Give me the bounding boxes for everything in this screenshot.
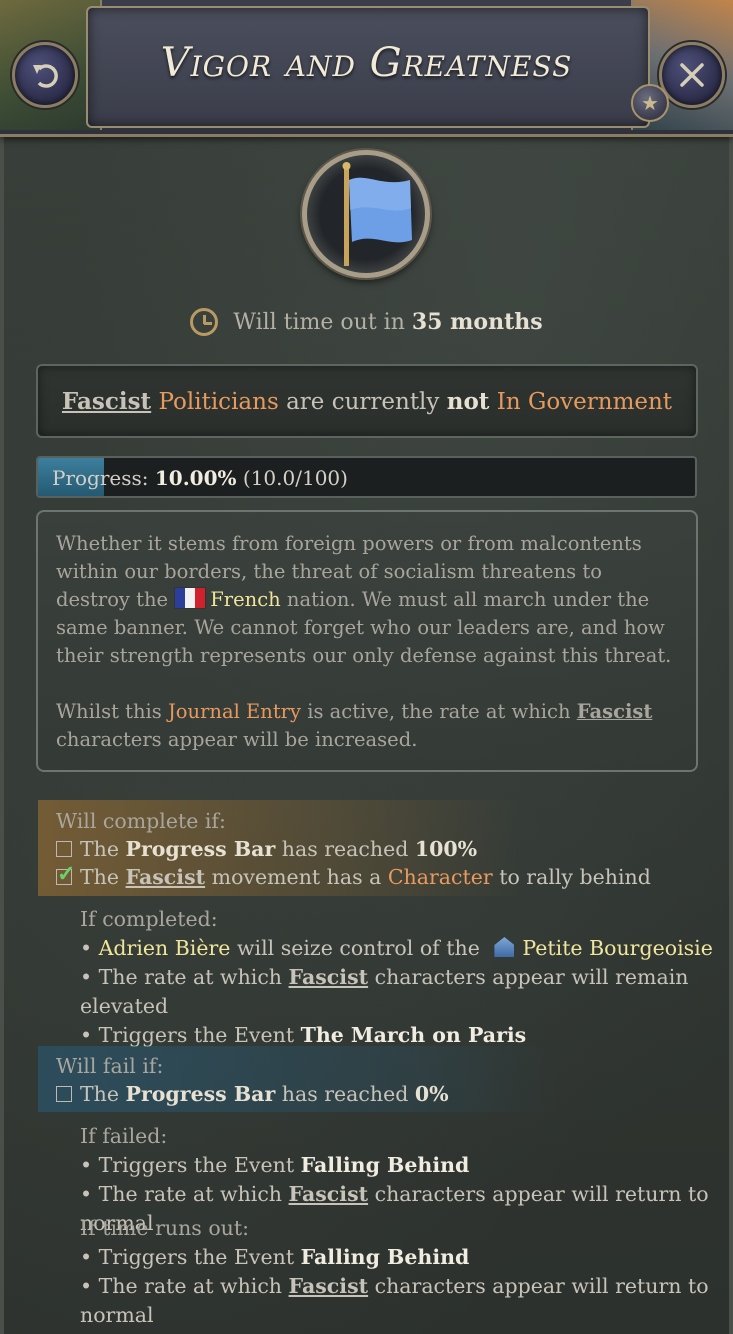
r2-a: The rate at which bbox=[98, 965, 283, 989]
close-x-icon bbox=[680, 63, 704, 87]
petite-bourgeoisie-icon bbox=[494, 937, 515, 957]
event-link-march-on-paris[interactable]: The March on Paris bbox=[301, 1023, 527, 1047]
c2-end: to rally behind bbox=[499, 865, 651, 889]
fail-condition-1: The Progress Bar has reached 0% bbox=[56, 1080, 449, 1108]
c2-mid: movement has a bbox=[211, 865, 382, 889]
t2-a: The rate at which bbox=[98, 1274, 283, 1298]
if-completed-heading: If completed: bbox=[80, 907, 218, 931]
favorite-button[interactable]: ★ bbox=[631, 84, 669, 122]
timeout-prefix: Will time out in bbox=[233, 310, 405, 335]
checkbox-unchecked-icon bbox=[56, 841, 72, 857]
c1-the: The bbox=[80, 837, 120, 861]
journal-emblem bbox=[292, 150, 440, 278]
description-paragraph-2: Whilst this Journal Entry is active, the… bbox=[56, 698, 678, 754]
timeout-effects: If time runs out: • Triggers the Event F… bbox=[80, 1214, 733, 1330]
complete-heading: Will complete if: bbox=[56, 809, 226, 833]
description-box: Whether it stems from foreign powers or … bbox=[36, 510, 698, 772]
fascist-link[interactable]: Fascist bbox=[62, 388, 151, 415]
event-link-falling-behind[interactable]: Falling Behind bbox=[301, 1245, 470, 1269]
completed-effect-1: • Adrien Bière will seize control of the… bbox=[80, 936, 713, 960]
checkbox-checked-icon bbox=[56, 860, 75, 888]
if-failed-heading: If failed: bbox=[80, 1124, 168, 1148]
completed-effect-2: • The rate at which Fascist characters a… bbox=[80, 965, 689, 1018]
fascist-link[interactable]: Fascist bbox=[577, 700, 653, 723]
undo-arrow-icon bbox=[33, 64, 58, 88]
desc-text-2a: Whilst this bbox=[56, 700, 162, 723]
status-box: Fascist Politicians are currently not In… bbox=[36, 364, 698, 438]
c2-the: The bbox=[80, 865, 120, 889]
timeout-text: Will time out in 35 months bbox=[0, 308, 733, 336]
complete-condition-1: The Progress Bar has reached 100% bbox=[56, 835, 651, 863]
petite-bourgeoisie-link[interactable]: Petite Bourgeoisie bbox=[522, 936, 712, 960]
r1-mid: will seize control of the bbox=[236, 936, 480, 960]
failed-effect-1: • Triggers the Event Falling Behind bbox=[80, 1153, 470, 1177]
event-link-falling-behind[interactable]: Falling Behind bbox=[301, 1153, 470, 1177]
progress-bar-link[interactable]: Progress Bar bbox=[126, 837, 276, 861]
fascist-link[interactable]: Fascist bbox=[289, 1274, 369, 1298]
f-c1-mid: has reached bbox=[281, 1082, 409, 1106]
c1-value: 100% bbox=[414, 837, 478, 861]
timeout-effect-1: • Triggers the Event Falling Behind bbox=[80, 1245, 470, 1269]
progress-detail: (10.0/100) bbox=[242, 466, 348, 490]
close-button[interactable] bbox=[659, 42, 725, 108]
f1-a: Triggers the Event bbox=[98, 1153, 295, 1177]
desc-text-2c: characters appear will be increased. bbox=[56, 728, 418, 751]
if-timeout-heading: If time runs out: bbox=[80, 1216, 250, 1240]
journal-entry-link[interactable]: Journal Entry bbox=[168, 700, 301, 723]
progress-label-text: Progress: bbox=[52, 466, 149, 490]
clock-icon bbox=[190, 308, 219, 336]
fascist-link[interactable]: Fascist bbox=[289, 1182, 369, 1206]
header: Vigor and Greatness ★ bbox=[0, 0, 733, 137]
timeout-value: 35 months bbox=[411, 309, 543, 335]
f-c1-the: The bbox=[80, 1082, 120, 1106]
c1-mid: has reached bbox=[281, 837, 409, 861]
page-title: Vigor and Greatness bbox=[160, 40, 573, 86]
timeout-effect-2: • The rate at which Fascist characters a… bbox=[80, 1274, 709, 1327]
status-mid: are currently bbox=[286, 388, 440, 415]
french-link[interactable]: French bbox=[210, 588, 280, 611]
complete-condition-2: The Fascist movement has a Character to … bbox=[56, 860, 651, 891]
t1-a: Triggers the Event bbox=[98, 1245, 295, 1269]
in-government-link[interactable]: In Government bbox=[497, 389, 672, 415]
description-paragraph-1: Whether it stems from foreign powers or … bbox=[56, 530, 678, 670]
completed-effects: If completed: • Adrien Bière will seize … bbox=[80, 905, 733, 1050]
star-icon: ★ bbox=[641, 91, 659, 115]
progress-bar[interactable]: Progress: 10.00% (10.0/100) bbox=[36, 456, 697, 498]
progress-percent: 10.00% bbox=[154, 466, 237, 490]
complete-conditions: Will complete if: The Progress Bar has r… bbox=[56, 807, 651, 891]
character-name-link[interactable]: Adrien Bière bbox=[99, 936, 231, 960]
f2-a: The rate at which bbox=[98, 1182, 283, 1206]
checkbox-unchecked-icon bbox=[56, 1086, 72, 1102]
fascist-link[interactable]: Fascist bbox=[289, 965, 369, 989]
fail-heading: Will fail if: bbox=[56, 1054, 164, 1078]
politicians-link[interactable]: Politicians bbox=[158, 389, 278, 415]
f-c1-value: 0% bbox=[414, 1082, 449, 1106]
progress-label: Progress: 10.00% (10.0/100) bbox=[52, 466, 348, 490]
french-flag-icon bbox=[174, 587, 207, 609]
r3-a: Triggers the Event bbox=[98, 1023, 295, 1047]
blue-flag-icon bbox=[342, 162, 412, 266]
progress-bar-link[interactable]: Progress Bar bbox=[126, 1082, 276, 1106]
desc-text-2b: is active, the rate at which bbox=[307, 700, 571, 723]
back-button[interactable] bbox=[12, 42, 78, 108]
status-not: not bbox=[446, 387, 490, 415]
character-link[interactable]: Character bbox=[388, 865, 493, 889]
fail-conditions: Will fail if: The Progress Bar has reach… bbox=[56, 1052, 449, 1108]
fascist-link[interactable]: Fascist bbox=[126, 865, 206, 889]
